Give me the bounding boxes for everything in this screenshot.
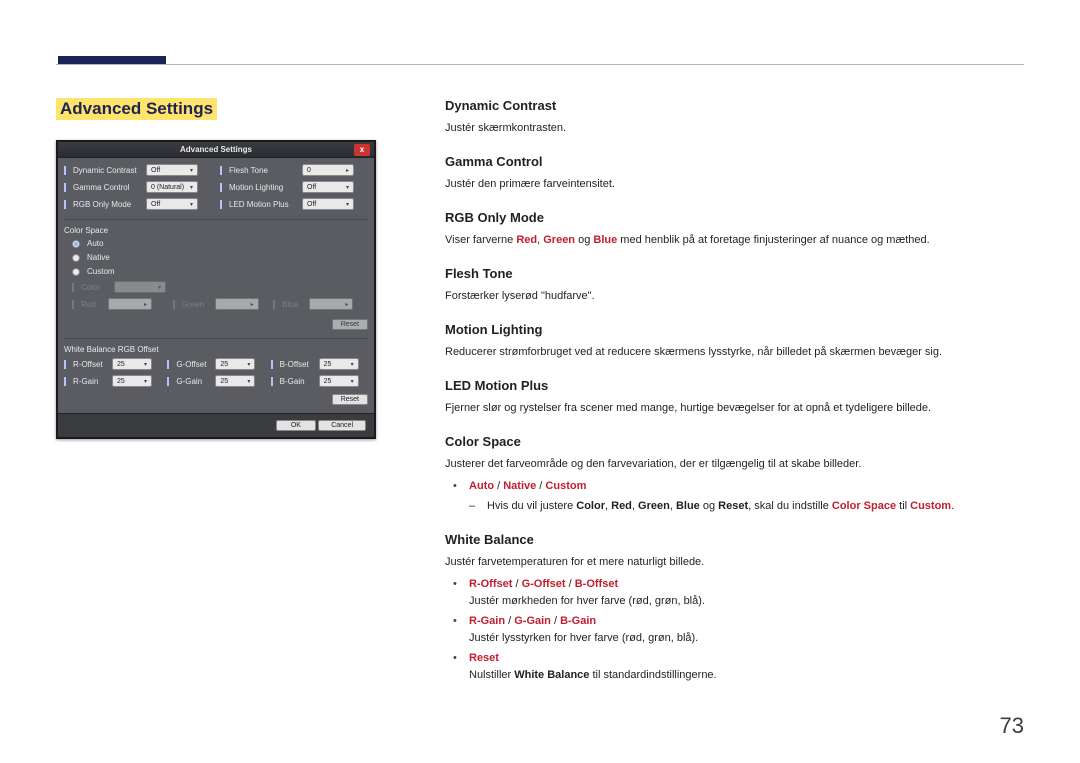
chevron-down-icon: ▾	[346, 201, 349, 208]
select-color-disabled: ▾	[114, 281, 166, 293]
section-title-color-space: Color Space	[445, 432, 990, 452]
list-item: Reset Nulstiller White Balance til stand…	[469, 650, 990, 683]
color-space-header: Color Space	[64, 226, 368, 235]
section-title-dynamic-contrast: Dynamic Contrast	[445, 96, 990, 116]
chevron-down-icon: ▾	[346, 184, 349, 191]
select-red-disabled: ▸	[108, 298, 152, 310]
select-led-motion-plus[interactable]: Off▾	[302, 198, 354, 210]
radio-custom[interactable]	[72, 268, 80, 276]
section-title-led-motion-plus: LED Motion Plus	[445, 376, 990, 396]
select-motion-lighting[interactable]: Off▾	[302, 181, 354, 193]
list-item: R-Gain / G-Gain / B-Gain Justér lysstyrk…	[469, 613, 990, 646]
section-body: Reducerer strømforbruget ved at reducere…	[445, 344, 990, 361]
select-green-disabled: ▸	[215, 298, 259, 310]
select-b-offset[interactable]: 25▾	[319, 358, 359, 370]
page-title: Advanced Settings	[56, 98, 217, 120]
select-dynamic-contrast[interactable]: Off▾	[146, 164, 198, 176]
cancel-button[interactable]: Cancel	[318, 420, 366, 431]
label-b-offset: B-Offset	[280, 360, 316, 369]
radio-native[interactable]	[72, 254, 80, 262]
chevron-down-icon: ▾	[190, 167, 193, 174]
section-body: Justér farvetemperaturen for et mere nat…	[445, 554, 990, 571]
select-g-offset[interactable]: 25▾	[215, 358, 255, 370]
label-b-gain: B-Gain	[280, 377, 316, 386]
radio-auto[interactable]	[72, 240, 80, 248]
select-r-offset[interactable]: 25▾	[112, 358, 152, 370]
section-body: Justér den primære farveintensitet.	[445, 176, 990, 193]
white-balance-header: White Balance RGB Offset	[64, 345, 368, 354]
label-color-disabled: Color	[81, 283, 111, 292]
select-g-gain[interactable]: 25▾	[215, 375, 255, 387]
label-red-disabled: Red	[81, 300, 105, 309]
label-rgb-only-mode: RGB Only Mode	[73, 200, 143, 209]
label-r-offset: R-Offset	[73, 360, 109, 369]
radio-label-auto: Auto	[87, 239, 103, 248]
select-rgb-only-mode[interactable]: Off▾	[146, 198, 198, 210]
chevron-down-icon: ▾	[190, 184, 193, 191]
section-body: Justér skærmkontrasten.	[445, 120, 990, 137]
section-body: Forstærker lyserød "hudfarve".	[445, 288, 990, 305]
chevron-right-icon: ▸	[346, 167, 349, 174]
select-r-gain[interactable]: 25▾	[112, 375, 152, 387]
select-gamma-control[interactable]: 0 (Natural)▾	[146, 181, 198, 193]
label-g-offset: G-Offset	[176, 360, 212, 369]
radio-label-custom: Custom	[87, 267, 115, 276]
section-title-flesh-tone: Flesh Tone	[445, 264, 990, 284]
list-item: Auto / Native / Custom Hvis du vil juste…	[469, 478, 990, 514]
sub-item: Hvis du vil justere Color, Red, Green, B…	[469, 498, 990, 515]
label-dynamic-contrast: Dynamic Contrast	[73, 166, 143, 175]
section-title-motion-lighting: Motion Lighting	[445, 320, 990, 340]
advanced-settings-dialog: Advanced Settings x Dynamic ContrastOff▾…	[56, 140, 376, 439]
label-g-gain: G-Gain	[176, 377, 212, 386]
header-accent	[58, 56, 166, 64]
section-title-gamma-control: Gamma Control	[445, 152, 990, 172]
select-flesh-tone[interactable]: 0▸	[302, 164, 354, 176]
ok-button[interactable]: OK	[276, 420, 316, 431]
label-flesh-tone: Flesh Tone	[229, 166, 299, 175]
page-number: 73	[1000, 713, 1024, 739]
label-r-gain: R-Gain	[73, 377, 109, 386]
content-column: Dynamic Contrast Justér skærmkontrasten.…	[445, 96, 990, 699]
header-divider	[56, 64, 1024, 65]
select-blue-disabled: ▸	[309, 298, 353, 310]
label-led-motion-plus: LED Motion Plus	[229, 200, 299, 209]
label-gamma-control: Gamma Control	[73, 183, 143, 192]
select-b-gain[interactable]: 25▾	[319, 375, 359, 387]
white-balance-reset-button[interactable]: Reset	[332, 394, 368, 405]
section-body: Justerer det farveområde og den farvevar…	[445, 456, 990, 473]
section-title-rgb-only-mode: RGB Only Mode	[445, 208, 990, 228]
chevron-down-icon: ▾	[190, 201, 193, 208]
radio-label-native: Native	[87, 253, 110, 262]
label-motion-lighting: Motion Lighting	[229, 183, 299, 192]
label-blue-disabled: Blue	[282, 300, 306, 309]
section-body: Fjerner slør og rystelser fra scener med…	[445, 400, 990, 417]
dialog-title: Advanced Settings	[180, 145, 252, 154]
close-icon[interactable]: x	[354, 144, 370, 156]
label-green-disabled: Green	[182, 300, 212, 309]
list-item: R-Offset / G-Offset / B-Offset Justér mø…	[469, 576, 990, 609]
section-body: Viser farverne Red, Green og Blue med he…	[445, 232, 990, 249]
section-title-white-balance: White Balance	[445, 530, 990, 550]
dialog-title-bar: Advanced Settings x	[58, 142, 374, 158]
color-space-reset-button: Reset	[332, 319, 368, 330]
